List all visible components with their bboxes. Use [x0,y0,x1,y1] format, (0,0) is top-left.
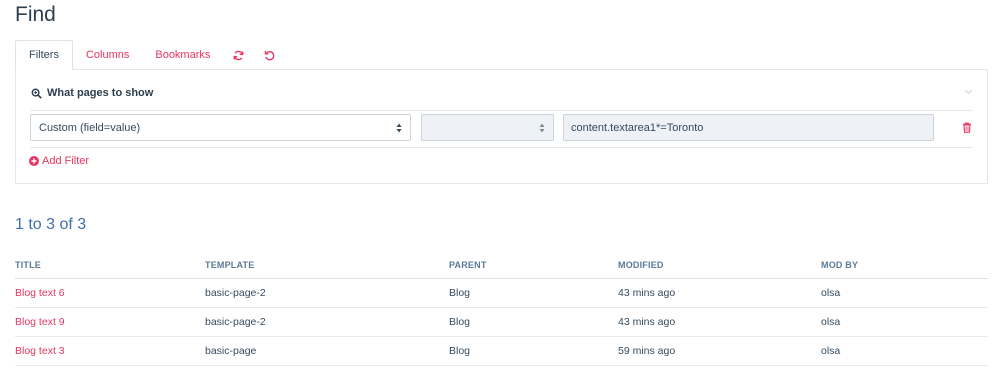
select-arrows-icon [539,123,545,133]
mod-by-cell: olsa [821,307,988,337]
operator-select[interactable] [421,114,554,141]
field-select-value: Custom (field=value) [39,121,141,134]
column-header-mod-by[interactable]: MOD BY [821,252,988,279]
results-table: TITLE TEMPLATE PARENT MODIFIED MOD BY Bl… [15,252,988,366]
filters-panel-header[interactable]: What pages to show [31,87,153,99]
mod-by-cell: olsa [821,336,988,366]
chevron-down-icon[interactable] [964,87,973,96]
mod-by-cell: olsa [821,278,988,308]
filters-panel-title: What pages to show [47,87,154,99]
modified-cell: 43 mins ago [618,278,821,308]
field-select[interactable]: Custom (field=value) [30,114,411,141]
divider [30,110,973,111]
select-arrows-icon [396,123,402,133]
page-title-link[interactable]: Blog text 9 [15,316,65,328]
parent-cell: Blog [449,307,618,337]
tab-columns[interactable]: Columns [73,40,142,70]
undo-icon [265,50,275,60]
filter-value-text: content.textarea1*=Toronto [571,121,704,134]
add-filter-button[interactable]: Add Filter [29,155,89,167]
tab-bookmarks[interactable]: Bookmarks [142,40,223,70]
trash-icon[interactable] [962,122,972,133]
table-row: Blog text 9 basic-page-2 Blog 43 mins ag… [15,307,988,337]
table-row: Blog text 6 basic-page-2 Blog 43 mins ag… [15,278,988,308]
parent-cell: Blog [449,336,618,366]
column-header-title[interactable]: TITLE [15,252,205,279]
plus-circle-icon [29,156,39,166]
tab-bar: Filters Columns Bookmarks [15,40,285,70]
column-header-template[interactable]: TEMPLATE [205,252,449,279]
refresh-button[interactable] [223,40,254,70]
add-filter-label: Add Filter [42,155,90,167]
reset-button[interactable] [254,40,285,70]
page-title: Find [15,3,56,26]
page-title-link[interactable]: Blog text 3 [15,345,65,357]
template-cell: basic-page-2 [205,307,449,337]
refresh-icon [233,50,244,60]
template-cell: basic-page [205,336,449,366]
table-header-row: TITLE TEMPLATE PARENT MODIFIED MOD BY [15,252,988,279]
column-header-modified[interactable]: MODIFIED [618,252,821,279]
filters-panel: What pages to show Custom (field=value) … [15,69,988,184]
search-icon [31,88,42,99]
table-row: Blog text 3 basic-page Blog 59 mins ago … [15,336,988,366]
results-count: 1 to 3 of 3 [15,216,87,233]
divider [30,147,973,148]
page-title-link[interactable]: Blog text 6 [15,287,65,299]
template-cell: basic-page-2 [205,278,449,308]
filter-value-input[interactable]: content.textarea1*=Toronto [563,114,934,141]
filter-row: Custom (field=value) content.textarea1*=… [30,114,973,146]
column-header-parent[interactable]: PARENT [449,252,618,279]
tab-filters[interactable]: Filters [15,40,73,70]
parent-cell: Blog [449,278,618,308]
modified-cell: 59 mins ago [618,336,821,366]
modified-cell: 43 mins ago [618,307,821,337]
